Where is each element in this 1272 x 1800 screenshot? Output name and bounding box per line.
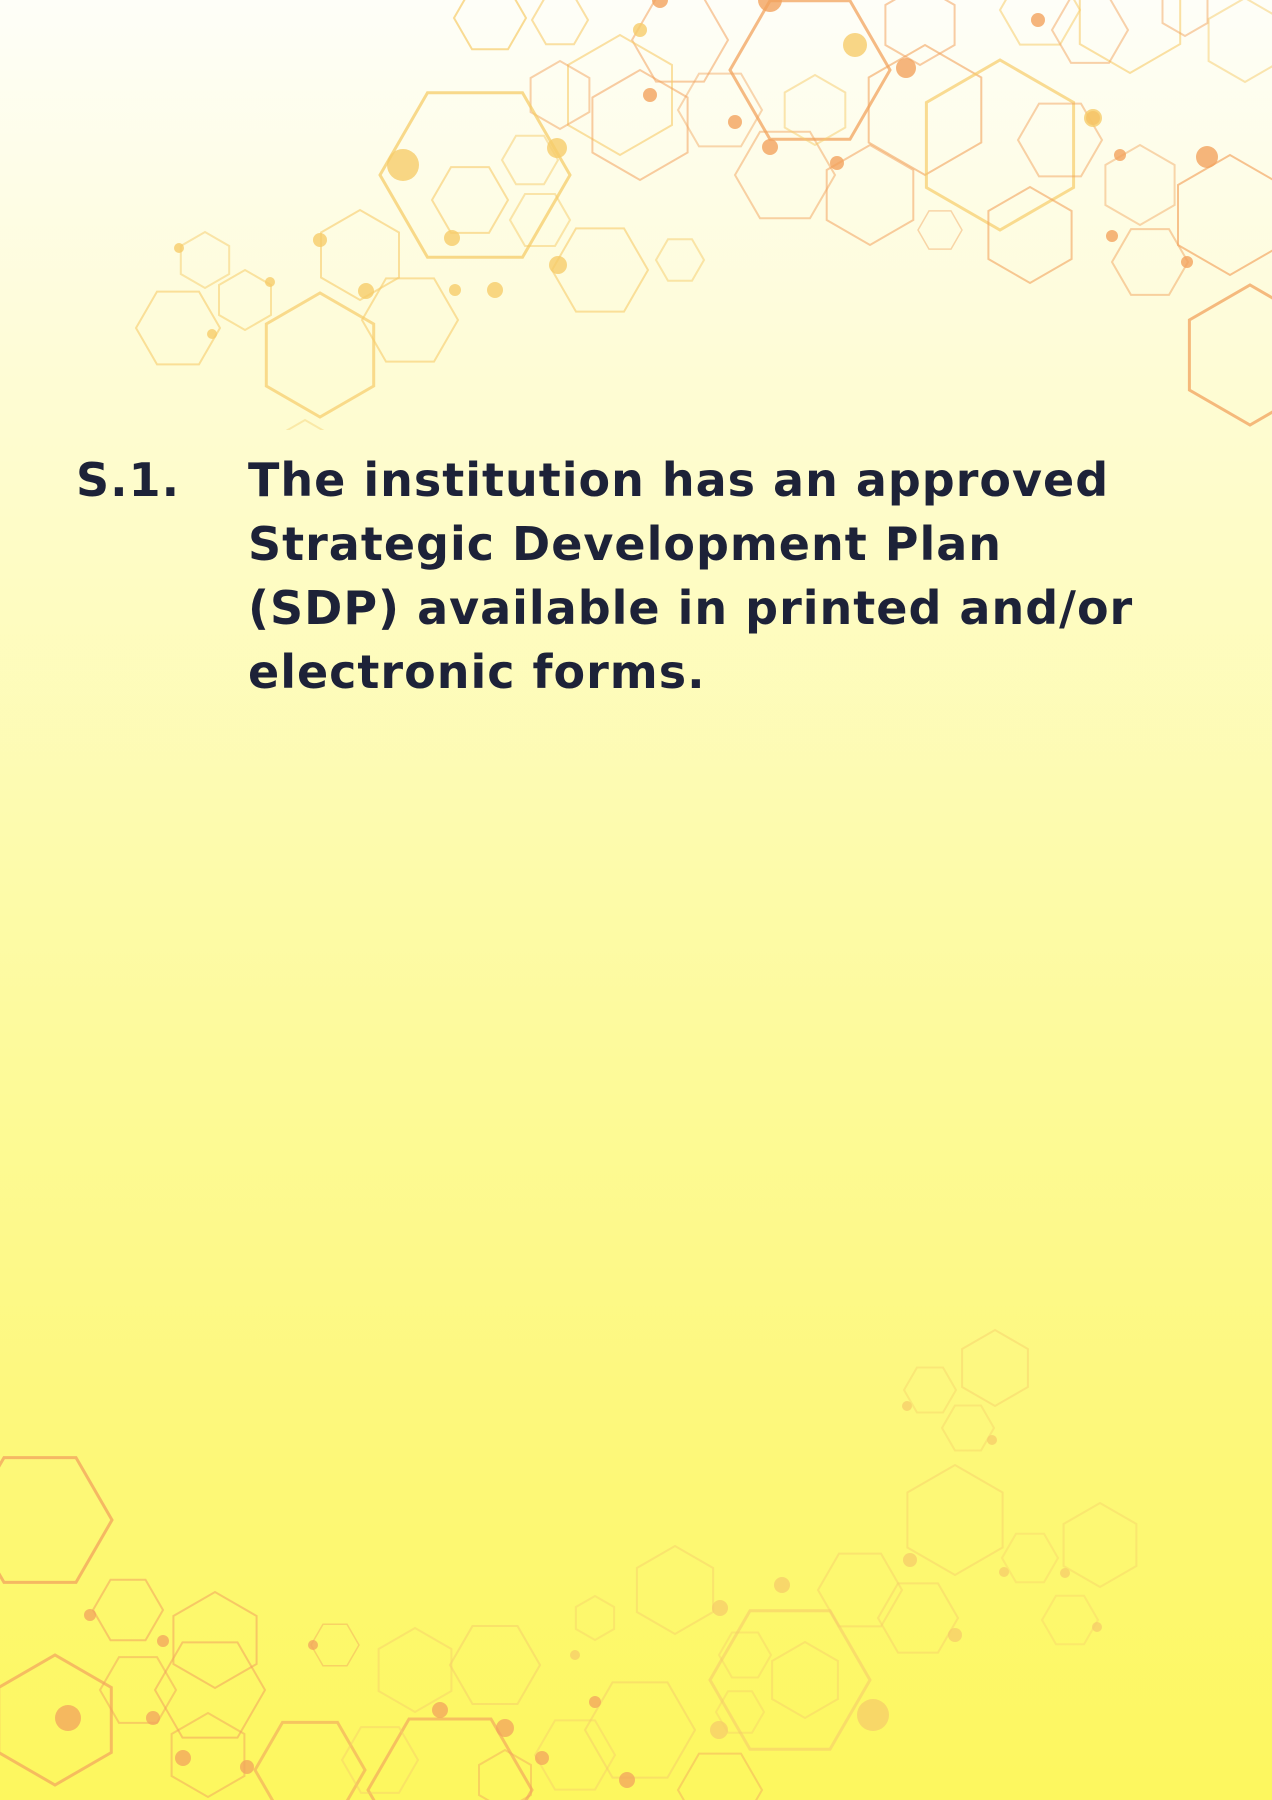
node-dot [903, 1553, 917, 1567]
hexagon-shape [635, 1544, 715, 1636]
hexagon-shape [253, 1720, 367, 1800]
node-dot [308, 1640, 318, 1650]
node-dot [570, 1650, 580, 1660]
hexagon-shape [153, 1641, 267, 1739]
criterion-number: S.1. [76, 453, 181, 507]
hexagon-shape [1000, 1532, 1060, 1584]
node-dot [619, 1772, 635, 1788]
node-dot [55, 1705, 81, 1731]
node-dot [1060, 1568, 1070, 1578]
hexagon-shape [310, 1623, 360, 1667]
node-dot [774, 1577, 790, 1593]
hexagon-shape [1062, 1501, 1138, 1589]
node-dot [987, 1435, 997, 1445]
node-dot [710, 1721, 728, 1739]
hexagon-shape [717, 1631, 773, 1679]
node-dot [496, 1719, 514, 1737]
hexagon-shape [0, 1456, 114, 1584]
node-dot [589, 1696, 601, 1708]
hexagon-shape [708, 1609, 872, 1751]
hexagon-shape [1040, 1594, 1100, 1646]
page: S.1. The institution has an approved Str… [0, 0, 1272, 1800]
hexagon-shape [91, 1578, 165, 1642]
node-dot [432, 1702, 448, 1718]
hexagon-shape [876, 1582, 960, 1654]
node-dot [535, 1751, 549, 1765]
hexagon-shape [771, 1640, 839, 1720]
criterion-text: The institution has an approved Strategi… [248, 453, 1134, 699]
node-dot [146, 1711, 160, 1725]
node-dot [240, 1760, 254, 1774]
node-dot [999, 1567, 1009, 1577]
hexagon-shape [172, 1590, 258, 1690]
hexagon-pattern-bottom [0, 1328, 1138, 1800]
hexagon-shape [906, 1463, 1004, 1577]
node-dot [175, 1750, 191, 1766]
node-dot [1092, 1622, 1102, 1632]
hexagon-shape [340, 1726, 420, 1794]
node-dot [712, 1600, 728, 1616]
hexagon-shape [448, 1625, 542, 1705]
node-dot [84, 1609, 96, 1621]
hexagon-shape [574, 1594, 616, 1642]
criterion-block: S.1. The institution has an approved Str… [76, 448, 1176, 704]
hexagon-shape [940, 1404, 996, 1452]
hexagon-shape [816, 1552, 904, 1628]
hexagon-shape [676, 1752, 764, 1800]
node-dot [157, 1635, 169, 1647]
hexagon-shape [961, 1328, 1029, 1408]
hexagon-shape [377, 1626, 453, 1714]
node-dot [857, 1699, 889, 1731]
node-dot [948, 1628, 962, 1642]
node-dot [902, 1401, 912, 1411]
